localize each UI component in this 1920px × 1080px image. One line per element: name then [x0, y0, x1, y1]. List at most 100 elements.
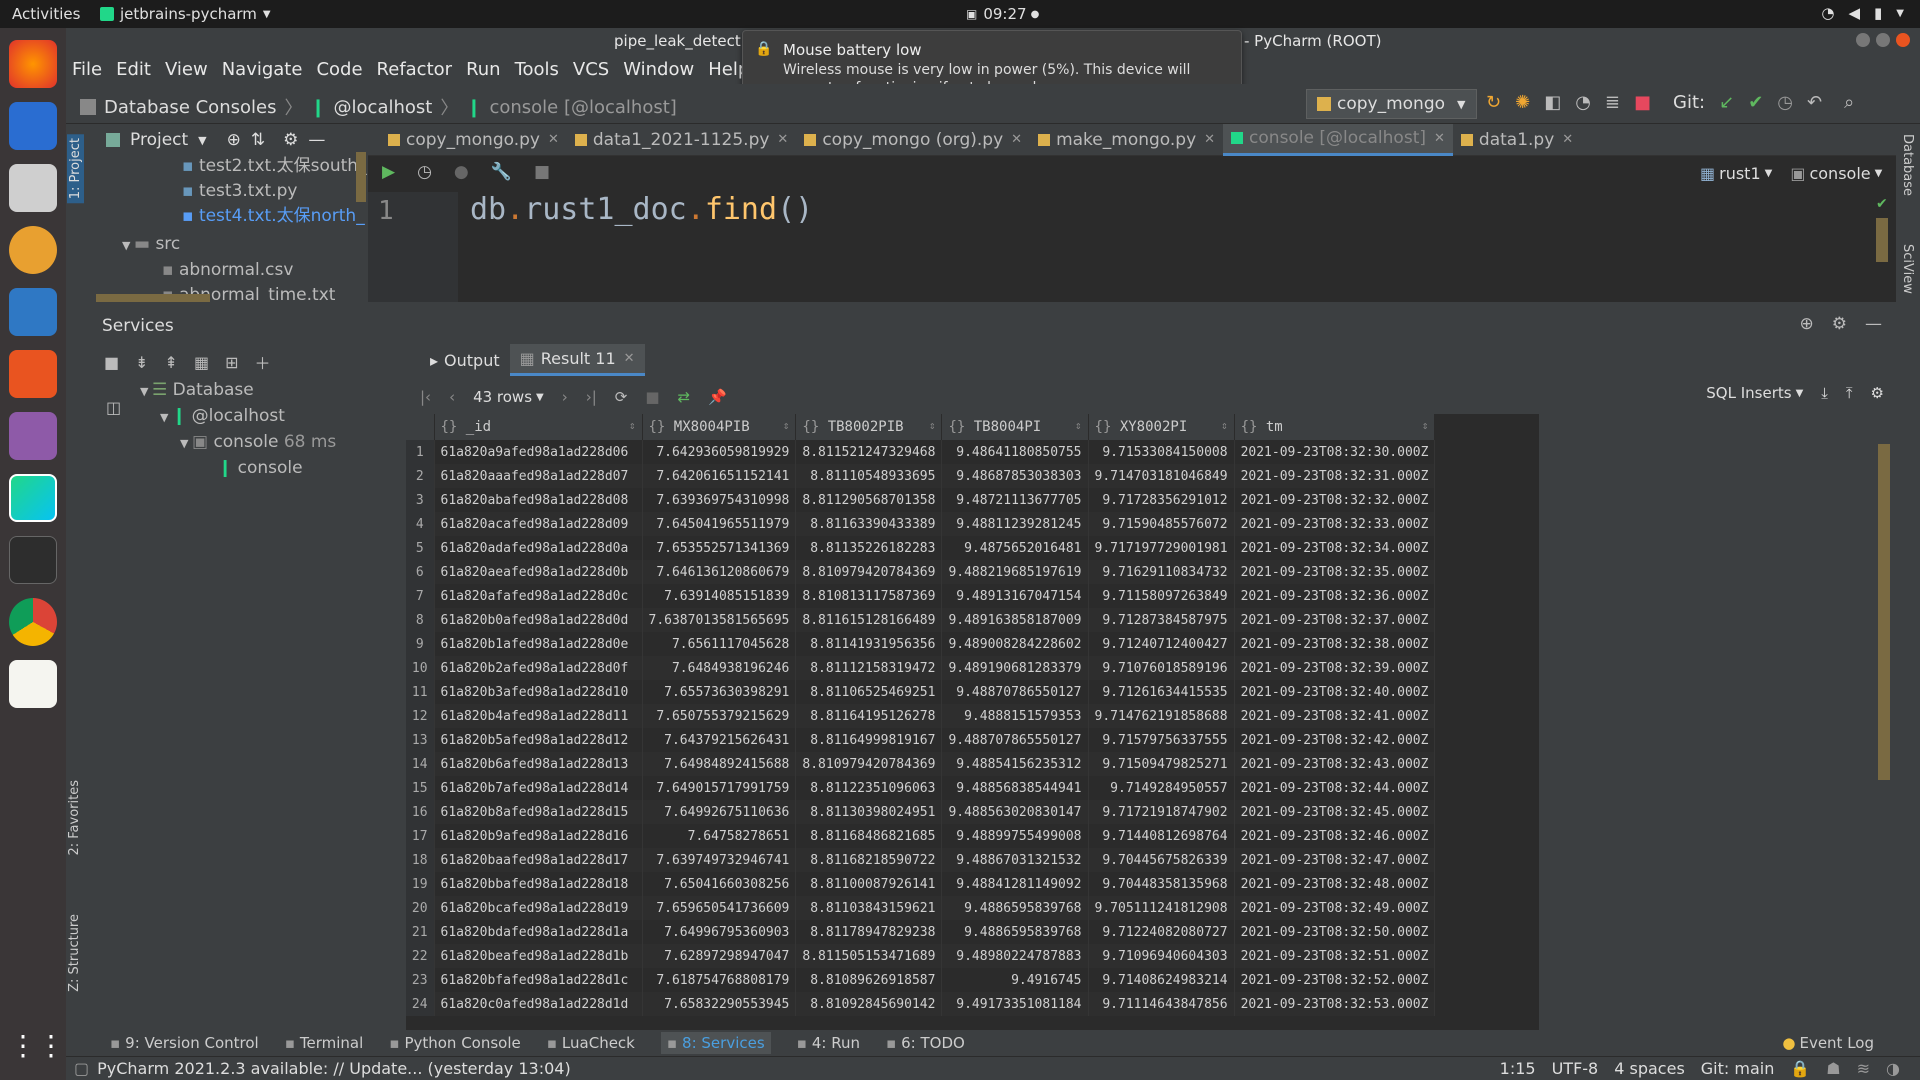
minimize-icon[interactable]: [1856, 33, 1870, 47]
locate-icon[interactable]: ⊕: [227, 130, 241, 150]
commit-icon[interactable]: ●: [454, 162, 469, 182]
sort-icon[interactable]: ⇕: [1221, 419, 1228, 432]
menu-item-file[interactable]: File: [72, 59, 102, 80]
breadcrumb-database-consoles[interactable]: Database Consoles: [104, 97, 276, 118]
tool-window-structure[interactable]: Z: Structure: [67, 914, 82, 992]
table-cell[interactable]: 9.71158097263849: [1088, 584, 1235, 608]
clock[interactable]: ▣ 09:27 ●: [966, 5, 1039, 23]
table-cell[interactable]: 9.71076018589196: [1088, 656, 1235, 680]
table-cell[interactable]: 9.48841281149092: [941, 872, 1089, 896]
status-message[interactable]: PyCharm 2021.2.3 available: // Update...…: [97, 1059, 571, 1078]
tree-item-console-session[interactable]: ▼ ▣ console 68 ms: [140, 430, 336, 456]
file-item[interactable]: ▪ test2.txt.太保south_: [182, 154, 368, 179]
table-cell[interactable]: 61a820bcafed98a1ad228d19: [434, 896, 643, 920]
table-cell[interactable]: 9.4886595839768: [941, 920, 1089, 944]
table-cell[interactable]: 2021-09-23T08:32:39.000Z: [1234, 656, 1436, 680]
table-cell[interactable]: 8.81130398024951: [795, 800, 943, 824]
expand-all-icon[interactable]: ⇟: [135, 353, 148, 372]
sort-icon[interactable]: ⇕: [929, 419, 936, 432]
table-cell[interactable]: 9.489008284228602: [941, 632, 1089, 656]
table-cell[interactable]: 2021-09-23T08:32:37.000Z: [1234, 608, 1436, 632]
table-row[interactable]: 19 61a820bbafed98a1ad228d18 7.650416603082…: [406, 872, 1436, 896]
menu-item-window[interactable]: Window: [623, 59, 694, 80]
tool-window-project[interactable]: 1: Project: [67, 134, 84, 204]
table-cell[interactable]: 7.6484938196246: [642, 656, 797, 680]
close-icon[interactable]: ✕: [1204, 132, 1215, 147]
table-cell[interactable]: 8.811615128166489: [795, 608, 943, 632]
stop-icon[interactable]: ■: [534, 162, 550, 182]
terminal-icon[interactable]: [9, 536, 57, 584]
sort-icon[interactable]: ⇕: [629, 419, 636, 432]
gear-icon[interactable]: ⚙: [1832, 314, 1847, 334]
table-cell[interactable]: 9.48980224787883: [941, 944, 1089, 968]
table-cell[interactable]: 61a820bdafed98a1ad228d1a: [434, 920, 643, 944]
menu-item-refactor[interactable]: Refactor: [377, 59, 453, 80]
stop-icon[interactable]: ■: [104, 353, 119, 372]
memory-icon[interactable]: ≋: [1857, 1059, 1870, 1078]
bottom-tool-3[interactable]: ▪ LuaCheck: [547, 1034, 635, 1052]
table-cell[interactable]: 7.6561117045628: [642, 632, 797, 656]
table-cell[interactable]: 9.705111241812908: [1088, 896, 1235, 920]
table-cell[interactable]: 61a820b7afed98a1ad228d14: [434, 776, 643, 800]
close-icon[interactable]: ✕: [624, 351, 635, 366]
table-cell[interactable]: 7.6387013581565695: [642, 608, 797, 632]
sort-icon[interactable]: ⇕: [1075, 419, 1082, 432]
indent-setting[interactable]: 4 spaces: [1614, 1059, 1685, 1078]
table-cell[interactable]: 9.48856838544941: [941, 776, 1089, 800]
table-cell[interactable]: 9.488563020830147: [941, 800, 1089, 824]
table-cell[interactable]: 7.65041660308256: [642, 872, 797, 896]
table-cell[interactable]: 7.63914085151839: [642, 584, 797, 608]
menu-item-edit[interactable]: Edit: [116, 59, 151, 80]
editor-scrollbar[interactable]: [1876, 218, 1888, 262]
table-cell[interactable]: 7.64379215626431: [642, 728, 797, 752]
pycharm-dock-icon[interactable]: [9, 474, 57, 522]
table-cell[interactable]: 2021-09-23T08:32:38.000Z: [1234, 632, 1436, 656]
menu-item-navigate[interactable]: Navigate: [222, 59, 303, 80]
reload-icon[interactable]: ⟳: [615, 388, 628, 406]
table-cell[interactable]: 61a820adafed98a1ad228d0a: [434, 536, 643, 560]
result-grid[interactable]: {} _id ⇕{} MX8004PIB ⇕{} TB8002PIB ⇕{} TB80…: [406, 414, 1539, 1030]
table-row[interactable]: 23 61a820bfafed98a1ad228d1c 7.618754768808…: [406, 968, 1436, 992]
table-cell[interactable]: 2021-09-23T08:32:52.000Z: [1234, 968, 1436, 992]
table-cell[interactable]: 2021-09-23T08:32:45.000Z: [1234, 800, 1436, 824]
column-header-TB8004PI[interactable]: {} TB8004PI ⇕: [941, 414, 1089, 440]
history-icon[interactable]: ◷: [417, 162, 432, 182]
table-cell[interactable]: 9.4886595839768: [941, 896, 1089, 920]
inspector-icon[interactable]: ☗: [1826, 1059, 1840, 1078]
table-cell[interactable]: 7.650755379215629: [642, 704, 797, 728]
table-row[interactable]: 5 61a820adafed98a1ad228d0a 7.6535525713413…: [406, 536, 1436, 560]
table-cell[interactable]: 9.717197729001981: [1088, 536, 1235, 560]
table-cell[interactable]: 7.642936059819929: [642, 440, 797, 464]
close-icon[interactable]: ✕: [548, 132, 559, 147]
table-cell[interactable]: 9.48854156235312: [941, 752, 1089, 776]
close-icon[interactable]: ✕: [777, 132, 788, 147]
breadcrumb-localhost[interactable]: @localhost: [334, 97, 433, 118]
table-cell[interactable]: 9.48913167047154: [941, 584, 1089, 608]
table-row[interactable]: 8 61a820b0afed98a1ad228d0d 7.6387013581565…: [406, 608, 1436, 632]
table-cell[interactable]: 8.810813117587369: [795, 584, 943, 608]
group-by-icon[interactable]: ▦: [194, 353, 209, 372]
table-cell[interactable]: 61a820afafed98a1ad228d0c: [434, 584, 643, 608]
table-row[interactable]: 1 61a820a9afed98a1ad228d06 7.6429360598199…: [406, 440, 1436, 464]
video-icon[interactable]: [9, 412, 57, 460]
schema-select[interactable]: ▦ rust1 ▼: [1700, 164, 1772, 183]
profile-icon[interactable]: ◔: [1575, 92, 1591, 113]
column-header-TB8002PIB[interactable]: {} TB8002PIB ⇕: [795, 414, 943, 440]
gear-icon[interactable]: ⚙: [283, 130, 298, 150]
table-cell[interactable]: 2021-09-23T08:32:48.000Z: [1234, 872, 1436, 896]
table-cell[interactable]: 61a820aeafed98a1ad228d0b: [434, 560, 643, 584]
table-cell[interactable]: 9.71533084150008: [1088, 440, 1235, 464]
table-cell[interactable]: 8.811290568701358: [795, 488, 943, 512]
collapse-all-icon[interactable]: ⇞: [165, 353, 178, 372]
sort-icon[interactable]: ⇕: [1422, 419, 1429, 432]
table-cell[interactable]: 7.659650541736609: [642, 896, 797, 920]
text-editor-icon[interactable]: [9, 660, 57, 708]
table-cell[interactable]: 61a820b3afed98a1ad228d10: [434, 680, 643, 704]
table-row[interactable]: 13 61a820b5afed98a1ad228d12 7.643792156264…: [406, 728, 1436, 752]
filter-icon[interactable]: ⊞: [225, 353, 238, 372]
table-cell[interactable]: 9.71096940604303: [1088, 944, 1235, 968]
debug-icon[interactable]: ✺: [1515, 92, 1530, 113]
column-header-tm[interactable]: {} tm ⇕: [1234, 414, 1436, 440]
git-update-icon[interactable]: ↙: [1719, 92, 1734, 113]
layout-icon[interactable]: ◫: [106, 398, 121, 417]
